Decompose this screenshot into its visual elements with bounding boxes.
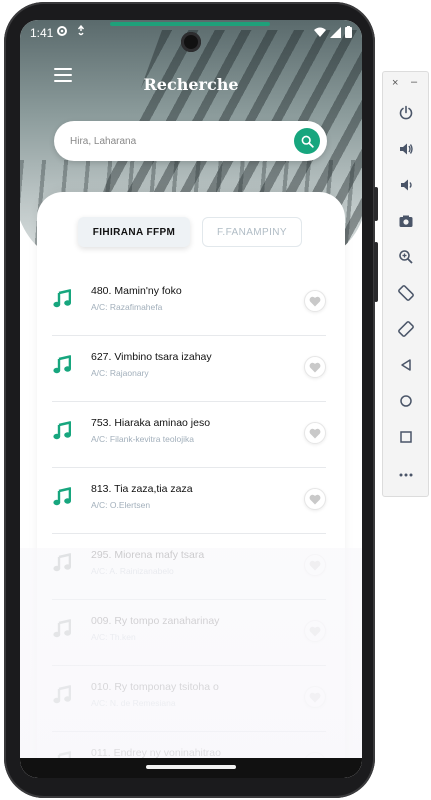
screenshot-button[interactable] xyxy=(395,210,417,232)
volume-down-icon xyxy=(401,179,412,191)
song-author: A/C: Th.ken xyxy=(91,632,136,642)
music-note-icon xyxy=(53,487,71,506)
song-author: A/C: Rajaonary xyxy=(91,368,149,378)
rotate-right-button[interactable] xyxy=(395,318,417,340)
overview-button[interactable] xyxy=(395,426,417,448)
song-list-item[interactable]: 627. Vimbino tsara izahay A/C: Rajaonary xyxy=(52,336,326,402)
song-author: A/C: N. de Remesiana xyxy=(91,698,176,708)
home-icon xyxy=(400,395,412,407)
music-note-icon xyxy=(53,685,71,704)
favorite-button[interactable] xyxy=(304,620,326,642)
song-title: 753. Hiaraka aminao jeso xyxy=(91,417,211,429)
tab-fanampiny[interactable]: F.FANAMPINY xyxy=(202,217,302,247)
volume-up-button[interactable] xyxy=(395,138,417,160)
data-saver-icon xyxy=(77,25,85,36)
search-input[interactable] xyxy=(70,133,280,149)
app-screen: 1:41 Recherche Hira, Laharana FIHIRANA F… xyxy=(20,20,362,778)
power-icon xyxy=(399,105,413,120)
back-icon xyxy=(401,359,411,371)
overview-icon xyxy=(400,431,412,443)
front-camera xyxy=(181,32,201,52)
volume-down-button[interactable] xyxy=(395,174,417,196)
heart-icon xyxy=(309,494,321,504)
heart-icon xyxy=(309,692,321,702)
more-icon xyxy=(399,473,413,477)
home-button[interactable] xyxy=(395,390,417,412)
hardware-power-button xyxy=(374,187,378,221)
favorite-button[interactable] xyxy=(304,554,326,576)
favorite-button[interactable] xyxy=(304,686,326,708)
favorite-button[interactable] xyxy=(304,356,326,378)
heart-icon xyxy=(309,560,321,570)
song-author: A/C: A. Rainizanabelo xyxy=(91,566,174,576)
zoom-button[interactable] xyxy=(395,246,417,268)
music-note-icon xyxy=(53,421,71,440)
music-note-icon xyxy=(53,355,71,374)
song-author: A/C: Razafimahefa xyxy=(91,302,163,312)
search-icon xyxy=(301,135,314,148)
power-button[interactable] xyxy=(395,102,417,124)
zoom-in-icon xyxy=(399,250,413,264)
search-button[interactable] xyxy=(294,128,320,154)
favorite-button[interactable] xyxy=(304,422,326,444)
rotate-left-button[interactable] xyxy=(395,282,417,304)
music-note-icon xyxy=(53,289,71,308)
song-list: 480. Mamin'ny foko A/C: Razafimahefa 627. … xyxy=(37,270,345,778)
rotate-left-icon xyxy=(398,285,414,301)
song-list-item[interactable]: 295. Miorena mafy tsara A/C: A. Rainizana… xyxy=(52,534,326,600)
song-title: 295. Miorena mafy tsara xyxy=(91,549,205,561)
song-list-item[interactable]: 480. Mamin'ny foko A/C: Razafimahefa xyxy=(52,270,326,336)
heart-icon xyxy=(309,626,321,636)
music-note-icon xyxy=(53,553,71,572)
song-author: A/C: Filank-kevitra teolojika xyxy=(91,434,194,444)
song-list-item[interactable]: 010. Ry tomponay tsitoha o A/C: N. de Rem… xyxy=(52,666,326,732)
hardware-volume-button xyxy=(374,242,378,302)
songs-card: FIHIRANA FFPM F.FANAMPINY 480. Mamin'ny … xyxy=(37,192,345,778)
signal-icon xyxy=(330,26,341,38)
song-list-item[interactable]: 753. Hiaraka aminao jeso A/C: Filank-kevi… xyxy=(52,402,326,468)
song-title: 813. Tia zaza,tia zaza xyxy=(91,483,193,495)
song-title: 010. Ry tomponay tsitoha o xyxy=(91,681,219,693)
song-author: A/C: O.Elertsen xyxy=(91,500,151,510)
battery-icon xyxy=(345,26,352,38)
more-button[interactable] xyxy=(395,464,417,486)
device-frame: 1:41 Recherche Hira, Laharana FIHIRANA F… xyxy=(4,2,378,798)
emulator-toolbar: × – xyxy=(382,71,429,497)
heart-icon xyxy=(309,362,321,372)
toolbar-window-controls: × – xyxy=(383,76,430,90)
status-icons xyxy=(314,26,352,38)
page-title: Recherche xyxy=(143,75,239,94)
settings-icon xyxy=(57,26,67,36)
home-gesture-handle[interactable] xyxy=(146,765,236,769)
song-title: 009. Ry tompo zanaharinay xyxy=(91,615,220,627)
favorite-button[interactable] xyxy=(304,290,326,312)
song-list-item[interactable]: 009. Ry tompo zanaharinay A/C: Th.ken xyxy=(52,600,326,666)
search-bar xyxy=(54,121,327,161)
rotate-right-icon xyxy=(398,321,414,337)
song-list-item[interactable]: 813. Tia zaza,tia zaza A/C: O.Elertsen xyxy=(52,468,326,534)
music-note-icon xyxy=(53,619,71,638)
song-title: 627. Vimbino tsara izahay xyxy=(91,351,212,363)
back-button[interactable] xyxy=(395,354,417,376)
minimize-icon[interactable]: – xyxy=(411,76,417,88)
tab-fihirana-ffpm[interactable]: FIHIRANA FFPM xyxy=(78,217,190,247)
camera-icon xyxy=(399,215,413,227)
heart-icon xyxy=(309,296,321,306)
close-icon[interactable]: × xyxy=(392,77,398,89)
heart-icon xyxy=(309,428,321,438)
favorite-button[interactable] xyxy=(304,488,326,510)
song-title: 480. Mamin'ny foko xyxy=(91,285,182,297)
volume-up-icon xyxy=(400,143,413,155)
wifi-icon xyxy=(314,27,326,37)
status-time: 1:41 xyxy=(30,26,54,40)
